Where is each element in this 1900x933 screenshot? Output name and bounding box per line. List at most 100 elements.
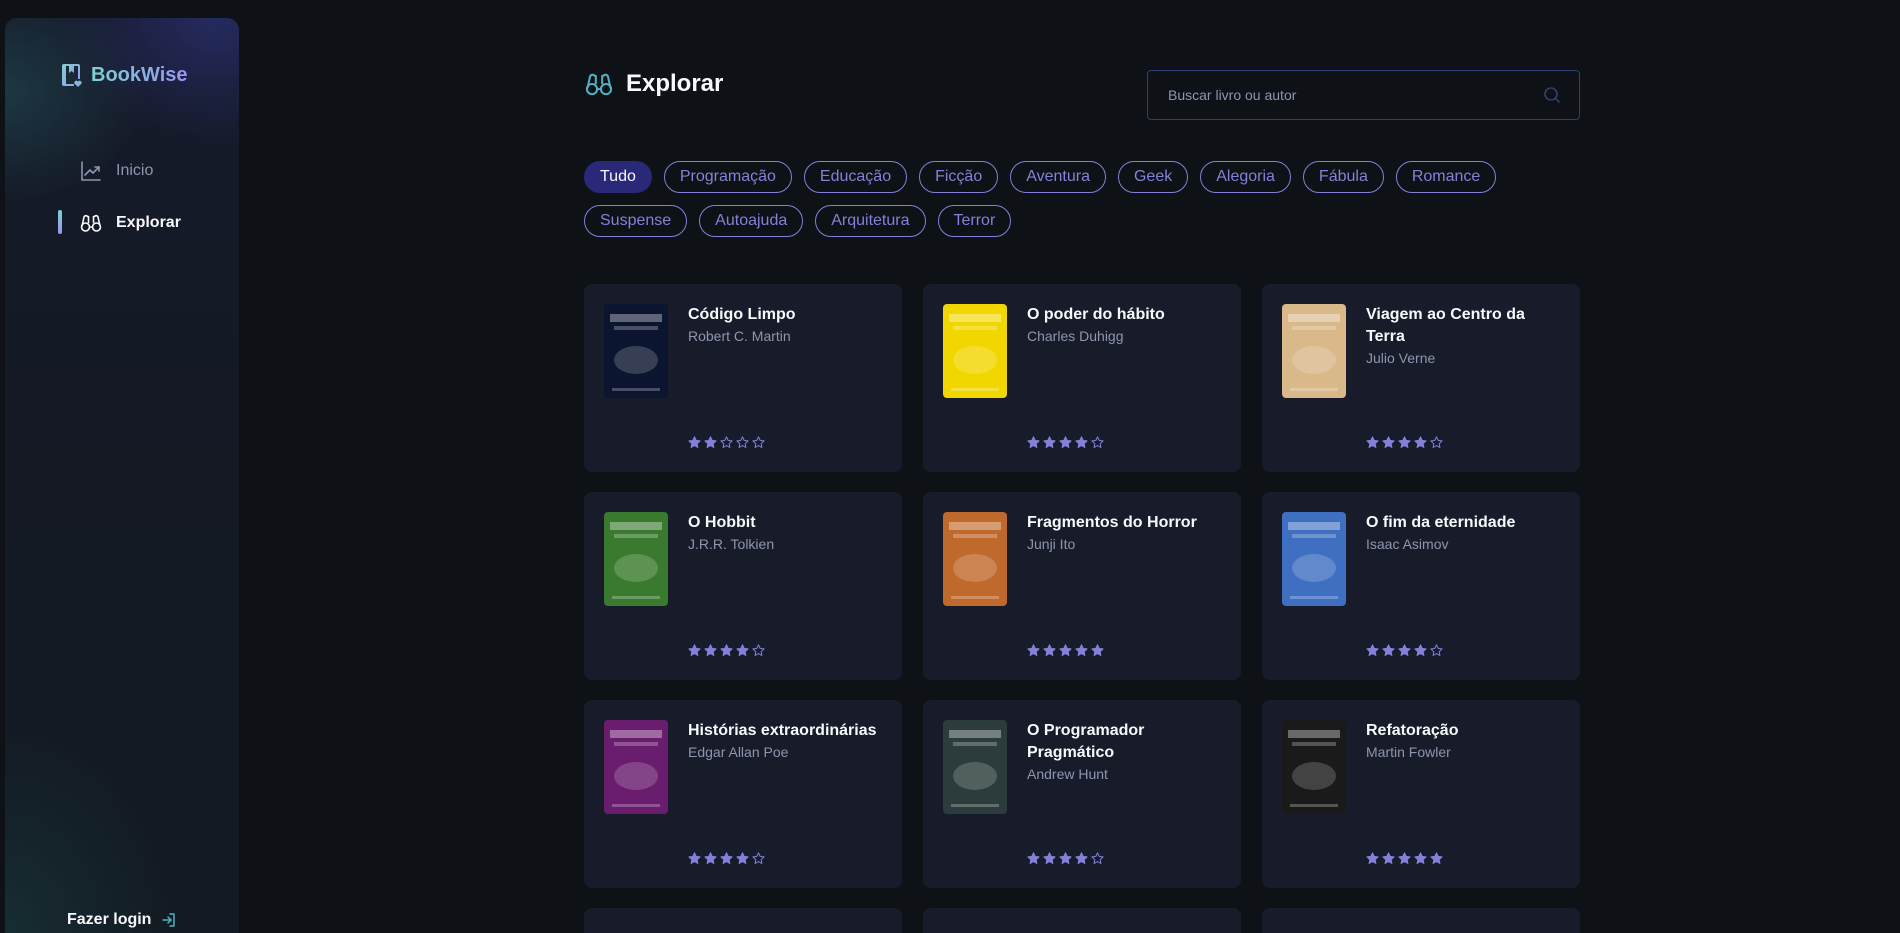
book-cover [943,304,1007,398]
star-filled-icon [1382,852,1395,864]
tag-autoajuda[interactable]: Autoajuda [699,205,804,237]
sidebar-item-label: Inicio [116,162,154,179]
star-filled-icon [1398,436,1411,448]
book-title: O Programador Pragmático [1027,722,1145,761]
rating-stars [688,436,765,449]
book-title: O poder do hábito [1027,306,1165,323]
search-input[interactable] [1168,87,1543,103]
page-title: Explorar [626,70,724,97]
star-filled-icon [1414,852,1427,864]
star-empty-icon [752,436,765,448]
rating-stars [1366,644,1443,657]
star-filled-icon [1059,436,1072,448]
star-filled-icon [1414,644,1427,656]
book-card[interactable]: O fim da eternidade Isaac Asimov [1262,492,1580,680]
tag-alegoria[interactable]: Alegoria [1200,161,1291,193]
book-card[interactable] [1262,908,1580,933]
tag-fabula[interactable]: Fábula [1302,161,1384,193]
book-card[interactable]: Refatoração Martin Fowler [1262,700,1580,888]
book-info: Histórias extraordinárias Edgar Allan Poe [688,720,877,868]
book-cover [1282,512,1346,606]
tag-tudo[interactable]: Tudo [584,161,652,193]
star-filled-icon [736,852,749,864]
search-box[interactable] [1147,70,1580,120]
book-card[interactable]: Histórias extraordinárias Edgar Allan Poe [584,700,902,888]
star-filled-icon [1027,644,1040,656]
book-info: O poder do hábito Charles Duhigg [1027,304,1165,452]
book-card[interactable] [923,908,1241,933]
book-card[interactable]: Código Limpo Robert C. Martin [584,284,902,472]
star-filled-icon [1059,644,1072,656]
star-filled-icon [1366,852,1379,864]
book-author: Isaac Asimov [1366,536,1449,552]
book-info: O Hobbit J.R.R. Tolkien [688,512,774,660]
star-filled-icon [720,644,733,656]
sidebar-nav: Inicio Explorar [58,158,181,262]
search-icon[interactable] [1543,86,1561,104]
star-empty-icon [752,644,765,656]
book-grid: Código Limpo Robert C. Martin O poder do h… [584,284,1580,933]
book-info: O Programador Pragmático Andrew Hunt [1027,720,1221,868]
book-title: Histórias extraordinárias [688,722,877,739]
star-filled-icon [1398,644,1411,656]
sidebar-item-inicio[interactable]: Inicio [58,158,181,184]
star-filled-icon [688,436,701,448]
star-filled-icon [1075,852,1088,864]
star-filled-icon [1075,644,1088,656]
star-empty-icon [1430,644,1443,656]
brand-logo[interactable]: BookWise [61,62,188,88]
book-card[interactable]: O Programador Pragmático Andrew Hunt [923,700,1241,888]
star-filled-icon [1075,436,1088,448]
book-card[interactable]: Fragmentos do Horror Junji Ito [923,492,1241,680]
sidebar-item-explorar[interactable]: Explorar [58,210,181,236]
book-info: Refatoração Martin Fowler [1366,720,1458,868]
rating-stars [1027,644,1104,657]
tag-arquitetura[interactable]: Arquitetura [815,205,926,237]
rating-stars [1027,852,1104,865]
star-filled-icon [1091,644,1104,656]
tag-romance[interactable]: Romance [1395,161,1497,193]
tag-aventura[interactable]: Aventura [1010,161,1106,193]
book-info: Código Limpo Robert C. Martin [688,304,796,452]
book-author: Edgar Allan Poe [688,744,789,760]
binoculars-icon [80,214,102,232]
rating-stars [1027,436,1104,449]
star-filled-icon [1382,644,1395,656]
book-info: Viagem ao Centro da Terra Julio Verne [1366,304,1560,452]
star-filled-icon [1366,644,1379,656]
sidebar: BookWise Inicio Explorar Fazer login [5,18,239,933]
star-filled-icon [704,852,717,864]
star-filled-icon [1043,644,1056,656]
tag-geek[interactable]: Geek [1117,161,1189,193]
chart-line-icon [81,161,101,181]
book-cover [1282,720,1346,814]
book-card[interactable] [584,908,902,933]
login-button[interactable]: Fazer login [67,911,177,929]
star-filled-icon [1043,436,1056,448]
book-info: O fim da eternidade Isaac Asimov [1366,512,1515,660]
star-filled-icon [1382,436,1395,448]
book-cover [604,512,668,606]
sidebar-item-label: Explorar [116,214,181,231]
book-card[interactable]: O Hobbit J.R.R. Tolkien [584,492,902,680]
rating-stars [1366,852,1443,865]
star-filled-icon [1430,852,1443,864]
book-title: O fim da eternidade [1366,514,1516,531]
book-info: Fragmentos do Horror Junji Ito [1027,512,1197,660]
book-title: Refatoração [1366,722,1459,739]
star-empty-icon [736,436,749,448]
book-author: Andrew Hunt [1027,766,1108,782]
tag-terror[interactable]: Terror [937,205,1012,237]
star-filled-icon [1366,436,1379,448]
book-card[interactable]: O poder do hábito Charles Duhigg [923,284,1241,472]
tag-ficcao[interactable]: Ficção [919,161,999,193]
star-filled-icon [1043,852,1056,864]
book-title: Viagem ao Centro da Terra [1366,306,1525,345]
tag-educacao[interactable]: Educação [803,161,908,193]
book-author: Martin Fowler [1366,744,1451,760]
book-cover [943,512,1007,606]
book-card[interactable]: Viagem ao Centro da Terra Julio Verne [1262,284,1580,472]
star-empty-icon [1091,436,1104,448]
tag-suspense[interactable]: Suspense [584,205,688,237]
tag-programacao[interactable]: Programação [663,161,792,193]
